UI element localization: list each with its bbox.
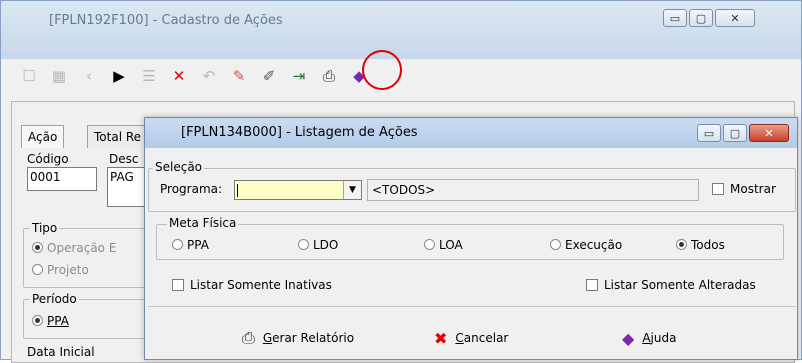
radio-icon: [172, 239, 183, 250]
checkbox-icon: [712, 183, 724, 195]
text-caret: [237, 184, 238, 197]
meta-fisica-label: Meta Física: [167, 216, 239, 230]
cancelar-hotkey: C: [455, 331, 464, 345]
checkbox-icon: [172, 279, 184, 291]
cancelar-text: ancelar: [463, 331, 509, 345]
radio-icon: [32, 242, 43, 253]
highlight-circle: [362, 50, 402, 90]
descricao-input[interactable]: PAG: [107, 167, 147, 207]
separator: [148, 306, 796, 307]
mostrar-label: Mostrar: [730, 182, 776, 196]
gerar-text: erar Relatório: [272, 331, 355, 345]
prev-icon[interactable]: ‹: [79, 66, 99, 86]
codigo-input[interactable]: 0001: [27, 167, 97, 191]
next-icon[interactable]: ▶: [109, 66, 129, 86]
print-icon: ⎙: [242, 328, 255, 347]
ajuda-button[interactable]: ◆ Ajuda: [622, 326, 676, 350]
radio-icon: [32, 264, 43, 275]
help-book-icon: ◆: [622, 328, 635, 348]
close-icon[interactable]: ✕: [749, 124, 789, 142]
dialog-window-controls: ▭ ▢ ✕: [697, 124, 789, 142]
gerar-relatorio-label: Gerar Relatório: [263, 331, 354, 345]
cancelar-label: Cancelar: [455, 331, 508, 345]
tab-total[interactable]: Total Re: [87, 125, 149, 148]
tipo-group: Tipo Operação E Projeto: [23, 221, 149, 288]
grid-icon[interactable]: ▦: [49, 66, 69, 86]
tab-acao[interactable]: Ação: [21, 125, 65, 148]
listar-inativas-checkbox[interactable]: Listar Somente Inativas: [172, 278, 332, 292]
periodo-ppa-option[interactable]: PPA: [32, 314, 69, 328]
meta-execucao-label: Execução: [565, 238, 623, 252]
bg-window-title: [FPLN192F100] - Cadastro de Ações: [49, 13, 283, 28]
programa-description: <TODOS>: [367, 179, 699, 201]
descricao-label: Desc: [109, 152, 139, 166]
tipo-projeto-label: Projeto: [47, 263, 89, 277]
meta-todos-label: Todos: [691, 238, 725, 252]
dialog-title: [FPLN134B000] - Listagem de Ações: [181, 125, 418, 140]
list-icon[interactable]: ☰: [139, 66, 159, 86]
bg-window-controls: ▭ ▢ ✕: [663, 9, 755, 27]
tipo-label: Tipo: [30, 221, 60, 235]
selecao-label: Seleção: [153, 160, 205, 174]
bg-titlebar: [FPLN192F100] - Cadastro de Ações ▭ ▢ ✕: [1, 1, 801, 59]
radio-icon: [298, 239, 309, 250]
meta-loa-label: LOA: [439, 238, 463, 252]
tipo-operacao-label: Operação E: [47, 241, 117, 255]
undo-icon[interactable]: ↶: [199, 66, 219, 86]
codigo-label: Código: [27, 152, 69, 166]
close-icon[interactable]: ✕: [715, 9, 755, 27]
mostrar-checkbox[interactable]: Mostrar: [712, 182, 776, 196]
periodo-ppa-label: PPA: [47, 314, 69, 328]
programa-label: Programa:: [160, 182, 223, 196]
new-icon[interactable]: ☐: [19, 66, 39, 86]
maximize-icon[interactable]: ▢: [723, 124, 747, 142]
listar-alteradas-checkbox[interactable]: Listar Somente Alteradas: [586, 278, 756, 292]
ajuda-label: Ajuda: [642, 331, 676, 345]
gerar-hotkey: G: [262, 331, 273, 345]
dialog-titlebar: [FPLN134B000] - Listagem de Ações ▭ ▢ ✕: [145, 118, 797, 148]
eraser-icon[interactable]: ✎: [229, 66, 249, 86]
meta-ldo-label: LDO: [313, 238, 339, 252]
meta-execucao-option[interactable]: Execução: [550, 238, 622, 252]
tipo-projeto-option[interactable]: Projeto: [32, 263, 89, 277]
minimize-icon[interactable]: ▭: [663, 9, 687, 27]
meta-ppa-label: PPA: [187, 238, 209, 252]
listar-inativas-label: Listar Somente Inativas: [190, 278, 332, 292]
listar-alteradas-label: Listar Somente Alteradas: [604, 278, 756, 292]
maximize-icon[interactable]: ▢: [689, 9, 713, 27]
delete-icon[interactable]: ✕: [169, 66, 189, 86]
edit-icon[interactable]: ✐: [259, 66, 279, 86]
ajuda-hotkey: A: [642, 331, 651, 345]
programa-select[interactable]: ▼: [234, 180, 362, 200]
radio-icon: [550, 239, 561, 250]
checkbox-icon: [586, 279, 598, 291]
meta-ldo-option[interactable]: LDO: [298, 238, 338, 252]
chevron-down-icon[interactable]: ▼: [343, 181, 361, 199]
meta-todos-option[interactable]: Todos: [676, 238, 725, 252]
radio-icon: [32, 315, 43, 326]
tipo-operacao-option[interactable]: Operação E: [32, 241, 116, 255]
print-icon[interactable]: ⎙: [319, 66, 339, 86]
periodo-label: Período: [30, 292, 79, 306]
gerar-relatorio-button[interactable]: ⎙ Gerar Relatório: [242, 326, 354, 350]
ajuda-text: juda: [650, 331, 677, 345]
exit-icon[interactable]: ⇥: [289, 66, 309, 86]
data-inicial-label: Data Inicial: [27, 345, 95, 359]
radio-icon: [424, 239, 435, 250]
minimize-icon[interactable]: ▭: [697, 124, 721, 142]
radio-icon: [676, 239, 687, 250]
periodo-group: Período PPA: [23, 292, 149, 339]
meta-ppa-option[interactable]: PPA: [172, 238, 209, 252]
bg-toolbar: ☐ ▦ ‹ ▶ ☰ ✕ ↶ ✎ ✐ ⇥ ⎙ ◆: [19, 63, 369, 89]
meta-loa-option[interactable]: LOA: [424, 238, 463, 252]
cancel-x-icon: ✖: [434, 328, 448, 348]
cancelar-button[interactable]: ✖ Cancelar: [434, 326, 508, 350]
